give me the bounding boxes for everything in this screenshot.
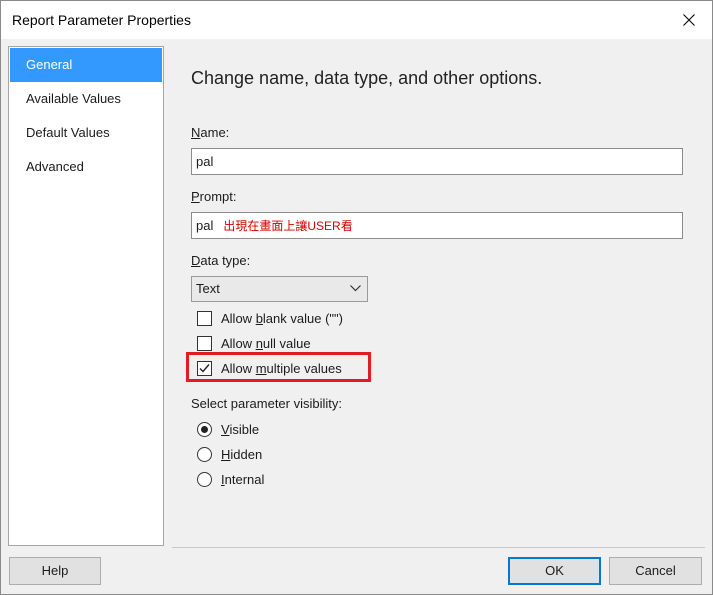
prompt-label-text: rompt: (199, 189, 237, 204)
allow-blank-label-post: lank value ("") (262, 310, 343, 326)
data-type-label-access-key: D (191, 253, 201, 268)
allow-null-label-pre: Allow (221, 335, 256, 351)
nav-item-default-values[interactable]: Default Values (10, 116, 162, 150)
help-button[interactable]: Help (9, 557, 101, 585)
checkbox-box (197, 310, 212, 326)
nav-item-advanced[interactable]: Advanced (10, 150, 162, 184)
footer-separator (172, 547, 705, 548)
prompt-value: pal (196, 218, 214, 233)
chevron-down-icon (350, 285, 361, 292)
allow-multiple-label: Allow multiple values (221, 361, 342, 376)
allow-null-access-key: n (255, 335, 263, 351)
window-title: Report Parameter Properties (12, 12, 191, 28)
data-type-label-text: ata type: (200, 253, 251, 268)
name-label: Name: (191, 125, 229, 140)
checkbox-box-checked (197, 360, 212, 376)
checkbox-box (197, 335, 212, 351)
allow-null-label-post: ull value (262, 335, 311, 351)
visibility-label: Select parameter visibility: (191, 396, 342, 411)
allow-multiple-label-post: ultiple values (266, 360, 342, 376)
radio-button (197, 471, 212, 487)
visible-radio[interactable]: Visible (197, 419, 259, 439)
name-label-text: ame: (200, 125, 230, 140)
visible-label: Visible (221, 422, 259, 437)
prompt-field[interactable]: pal 出現在畫面上讓USER看 (191, 212, 683, 239)
prompt-label: Prompt: (191, 189, 237, 204)
close-icon (683, 14, 695, 26)
close-button[interactable] (666, 1, 712, 39)
hidden-radio[interactable]: Hidden (197, 444, 262, 464)
prompt-label-access-key: P (191, 189, 200, 204)
name-value: pal (196, 154, 214, 169)
title-bar: Report Parameter Properties (1, 1, 712, 39)
allow-blank-label: Allow blank value ("") (221, 311, 343, 326)
data-type-label: Data type: (191, 253, 250, 268)
allow-null-label: Allow null value (221, 336, 311, 351)
allow-null-checkbox[interactable]: Allow null value (197, 333, 311, 353)
internal-label-rest: nternal (224, 471, 265, 487)
allow-blank-access-key: b (255, 310, 263, 326)
page-heading: Change name, data type, and other option… (191, 68, 543, 88)
data-type-select[interactable]: Text (191, 276, 368, 302)
nav-item-available-values[interactable]: Available Values (10, 82, 162, 116)
checkmark-icon (199, 363, 210, 373)
hidden-label-rest: idden (230, 446, 263, 462)
cancel-button[interactable]: Cancel (609, 557, 702, 585)
general-page: Change name, data type, and other option… (172, 40, 713, 546)
internal-radio[interactable]: Internal (197, 469, 264, 489)
allow-multiple-access-key: m (255, 360, 267, 376)
allow-multiple-checkbox[interactable]: Allow multiple values (197, 358, 342, 378)
name-label-access-key: N (191, 125, 201, 140)
allow-blank-label-pre: Allow (221, 310, 256, 326)
data-type-value: Text (196, 281, 220, 296)
visible-label-rest: isible (229, 421, 260, 437)
radio-button (197, 446, 212, 462)
radio-button-selected (197, 421, 212, 437)
nav-item-general[interactable]: General (10, 48, 162, 82)
hidden-access-key: H (221, 446, 231, 462)
prompt-annotation: 出現在畫面上讓USER看 (223, 219, 353, 233)
hidden-label: Hidden (221, 447, 262, 462)
allow-multiple-label-pre: Allow (221, 360, 256, 376)
page-nav-list: General Available Values Default Values … (8, 46, 164, 546)
allow-blank-checkbox[interactable]: Allow blank value ("") (197, 308, 343, 328)
name-field[interactable]: pal (191, 148, 683, 175)
ok-button[interactable]: OK (508, 557, 601, 585)
internal-label: Internal (221, 472, 264, 487)
